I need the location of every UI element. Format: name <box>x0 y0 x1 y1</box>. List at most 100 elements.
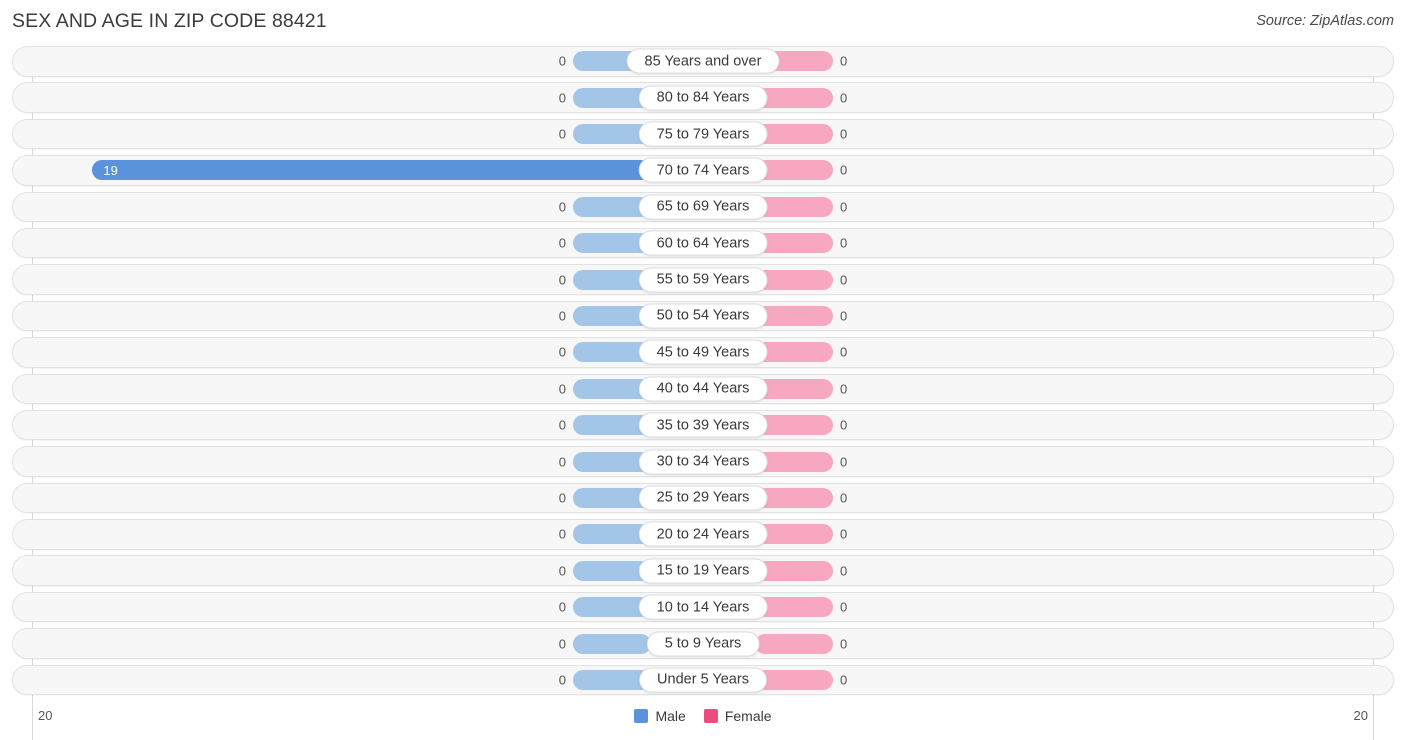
table-row[interactable]: 0 0 65 to 69 Years <box>12 191 1394 223</box>
table-row[interactable]: 0 0 45 to 49 Years <box>12 337 1394 368</box>
table-row[interactable]: 19 0 70 to 74 Years <box>12 155 1394 186</box>
legend-item-female[interactable]: Female <box>703 708 772 724</box>
legend-swatch-male-icon <box>634 709 649 723</box>
age-group-label: 10 to 14 Years <box>638 594 768 620</box>
female-value-label: 0 <box>840 90 848 106</box>
table-row[interactable]: 0 0 75 to 79 Years <box>12 118 1394 150</box>
male-value-label: 0 <box>558 526 566 542</box>
row-inner: 0 0 50 to 54 Years <box>13 302 1393 331</box>
age-group-label: 70 to 74 Years <box>638 157 768 183</box>
male-value-label: 0 <box>558 308 566 324</box>
age-group-label: 85 Years and over <box>626 48 780 74</box>
table-row[interactable]: 0 0 85 Years and over <box>12 46 1394 77</box>
male-value-label: 0 <box>558 454 566 470</box>
male-value-label: 0 <box>558 344 566 360</box>
age-group-label: 80 to 84 Years <box>638 85 768 111</box>
female-value-label: 0 <box>840 199 848 215</box>
age-group-label: 15 to 19 Years <box>638 558 768 584</box>
chart-footer: 20 20 Male Female <box>0 702 1406 740</box>
age-group-label: 30 to 34 Years <box>638 449 768 475</box>
female-bar[interactable]: 0 <box>755 633 847 654</box>
age-group-rows: 0 0 85 Years and over 0 0 80 to 84 Years 0 0 75 … <box>0 46 1406 701</box>
male-value-label: 0 <box>558 235 566 251</box>
male-bar[interactable]: 19 <box>92 160 651 181</box>
table-row[interactable]: 0 0 15 to 19 Years <box>12 555 1394 586</box>
female-value-label: 0 <box>840 235 848 251</box>
female-value-label: 0 <box>840 454 848 470</box>
page-title: SEX AND AGE IN ZIP CODE 88421 <box>12 10 327 32</box>
male-value-label: 0 <box>558 272 566 288</box>
legend-label-male: Male <box>655 708 686 724</box>
table-row[interactable]: 0 0 Under 5 Years <box>12 664 1394 696</box>
plot-area: 0 0 85 Years and over 0 0 80 to 84 Years 0 0 75 … <box>0 46 1406 740</box>
female-value-label: 0 <box>840 126 848 142</box>
male-value-label: 0 <box>558 199 566 215</box>
legend-swatch-female-icon <box>703 709 718 723</box>
male-value-label: 19 <box>103 162 118 178</box>
table-row[interactable]: 0 0 55 to 59 Years <box>12 264 1394 295</box>
female-value-label: 0 <box>840 53 848 69</box>
row-inner: 0 0 80 to 84 Years <box>13 83 1393 112</box>
row-inner: 0 0 65 to 69 Years <box>13 193 1393 222</box>
male-value-label: 0 <box>558 126 566 142</box>
female-value-label: 0 <box>840 272 848 288</box>
male-value-label: 0 <box>558 490 566 506</box>
row-inner: 0 0 20 to 24 Years <box>13 520 1393 549</box>
legend-item-male[interactable]: Male <box>634 708 686 724</box>
row-inner: 0 0 35 to 39 Years <box>13 411 1393 440</box>
female-value-label: 0 <box>840 490 848 506</box>
age-group-label: 5 to 9 Years <box>646 631 760 656</box>
male-value-label: 0 <box>558 417 566 433</box>
age-group-label: 25 to 29 Years <box>638 485 768 511</box>
table-row[interactable]: 0 0 20 to 24 Years <box>12 519 1394 550</box>
row-inner: 0 0 55 to 59 Years <box>13 265 1393 294</box>
row-inner: 0 0 40 to 44 Years <box>13 375 1393 404</box>
age-group-label: 55 to 59 Years <box>638 267 768 293</box>
row-inner: 0 0 25 to 29 Years <box>13 484 1393 513</box>
table-row[interactable]: 0 0 60 to 64 Years <box>12 227 1394 259</box>
age-group-label: Under 5 Years <box>639 667 767 693</box>
table-row[interactable]: 0 0 25 to 29 Years <box>12 482 1394 514</box>
male-value-label: 0 <box>558 563 566 579</box>
table-row[interactable]: 0 0 30 to 34 Years <box>12 446 1394 477</box>
female-value-label: 0 <box>840 636 848 651</box>
female-value-label: 0 <box>840 599 848 615</box>
row-inner: 0 0 75 to 79 Years <box>13 120 1393 149</box>
male-value-label: 0 <box>558 53 566 69</box>
table-row[interactable]: 0 0 80 to 84 Years <box>12 82 1394 113</box>
table-row[interactable]: 0 0 35 to 39 Years <box>12 409 1394 441</box>
row-inner: 0 0 5 to 9 Years <box>13 629 1393 658</box>
female-value-label: 0 <box>840 381 848 397</box>
row-inner: 19 0 70 to 74 Years <box>13 156 1393 185</box>
age-group-label: 35 to 39 Years <box>638 412 768 438</box>
row-inner: 0 0 60 to 64 Years <box>13 229 1393 258</box>
chart-header: SEX AND AGE IN ZIP CODE 88421 Source: Zi… <box>0 0 1406 46</box>
age-group-label: 20 to 24 Years <box>638 521 768 547</box>
chart-legend: Male Female <box>0 708 1406 724</box>
female-value-label: 0 <box>840 526 848 542</box>
age-group-label: 45 to 49 Years <box>638 339 768 365</box>
age-group-label: 50 to 54 Years <box>638 303 768 329</box>
male-value-label: 0 <box>558 636 566 651</box>
row-inner: 0 0 Under 5 Years <box>13 666 1393 695</box>
row-inner: 0 0 30 to 34 Years <box>13 447 1393 476</box>
female-value-label: 0 <box>840 344 848 360</box>
legend-label-female: Female <box>724 708 772 724</box>
table-row[interactable]: 0 0 50 to 54 Years <box>12 300 1394 332</box>
female-value-label: 0 <box>840 563 848 579</box>
male-value-label: 0 <box>558 90 566 106</box>
male-bar[interactable]: 0 <box>559 633 651 654</box>
table-row[interactable]: 0 0 10 to 14 Years <box>12 591 1394 623</box>
row-inner: 0 0 45 to 49 Years <box>13 338 1393 367</box>
table-row[interactable]: 0 0 40 to 44 Years <box>12 373 1394 405</box>
source-attribution: Source: ZipAtlas.com <box>1256 13 1394 29</box>
male-value-label: 0 <box>558 381 566 397</box>
age-group-label: 60 to 64 Years <box>638 230 768 256</box>
male-value-label: 0 <box>558 599 566 615</box>
age-group-label: 65 to 69 Years <box>638 194 768 220</box>
table-row[interactable]: 0 0 5 to 9 Years <box>12 628 1394 659</box>
age-group-label: 75 to 79 Years <box>638 121 768 147</box>
age-group-label: 40 to 44 Years <box>638 376 768 402</box>
male-value-label: 0 <box>558 672 566 688</box>
female-value-label: 0 <box>840 162 848 178</box>
